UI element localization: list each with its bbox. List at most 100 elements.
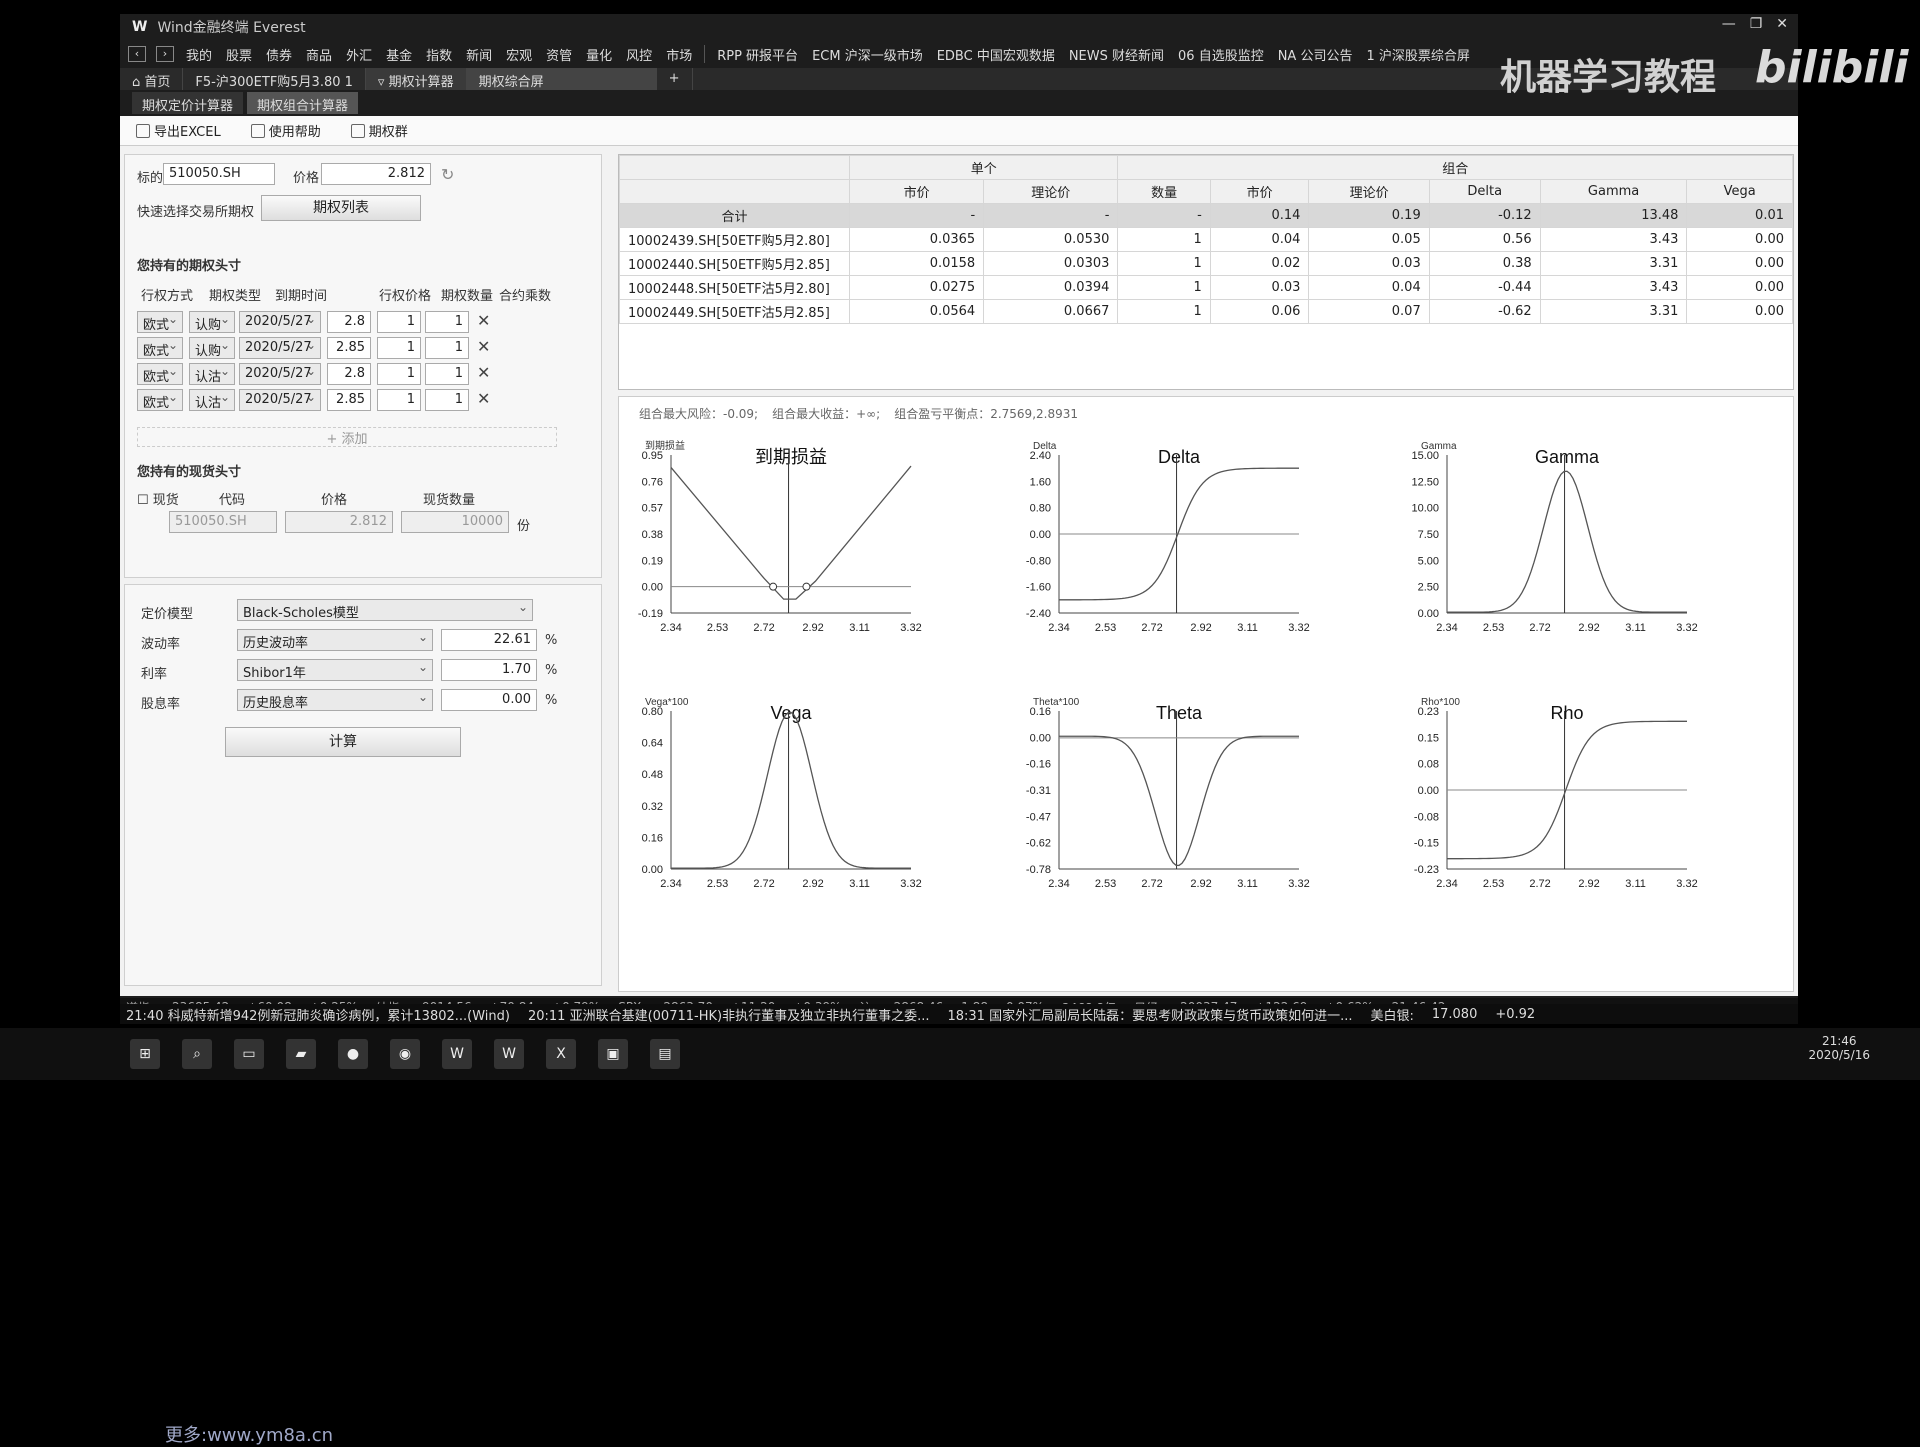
exercise-style-select[interactable]: 欧式 — [137, 363, 183, 385]
news-item[interactable]: 17.080 — [1432, 1007, 1478, 1022]
table-row[interactable]: 10002448.SH[50ETF沽5月2.80] 0.0275 0.0394 1 0.… — [619, 275, 1793, 300]
expiry-select[interactable]: 2020/5/27 — [239, 311, 321, 333]
terminal-icon[interactable]: ▣ — [598, 1039, 628, 1069]
quick-link[interactable]: RPP 研报平台 — [715, 45, 800, 64]
qty-input[interactable]: 1 — [377, 337, 421, 359]
option-type-select[interactable]: 认沽 — [189, 389, 235, 411]
option-group-button[interactable]: 期权群 — [350, 121, 408, 140]
quick-link[interactable]: EDBC 中国宏观数据 — [935, 45, 1057, 64]
wind-taskbar-icon[interactable]: W — [442, 1039, 472, 1069]
tab-option-screen[interactable]: 期权综合屏 — [466, 68, 657, 90]
spot-checkbox[interactable]: ☐ 现货 — [137, 489, 179, 508]
news-item[interactable]: +0.92 — [1495, 1007, 1535, 1022]
spot-price-input[interactable]: 2.812 — [285, 511, 393, 533]
exercise-style-select[interactable]: 欧式 — [137, 389, 183, 411]
rate-input[interactable]: 1.70 — [441, 659, 537, 681]
model-select[interactable]: Black-Scholes模型 — [237, 599, 533, 621]
minimize-icon[interactable]: — — [1722, 16, 1736, 32]
qty-input[interactable]: 1 — [377, 311, 421, 333]
tab-home[interactable]: ⌂ 首页 — [120, 68, 184, 90]
remove-row-icon[interactable]: ✕ — [477, 337, 490, 356]
multiplier-input[interactable]: 1 — [425, 337, 469, 359]
option-type-select[interactable]: 认购 — [189, 311, 235, 333]
menu-item[interactable]: 商品 — [304, 45, 334, 64]
search-icon[interactable]: ⌕ — [182, 1039, 212, 1069]
qty-input[interactable]: 1 — [377, 363, 421, 385]
menu-item[interactable]: 资管 — [544, 45, 574, 64]
column-header[interactable]: 市价 — [848, 179, 985, 204]
div-source-select[interactable]: 历史股息率 — [237, 689, 433, 711]
strike-input[interactable]: 2.8 — [327, 363, 371, 385]
column-header[interactable]: Gamma — [1539, 179, 1688, 204]
menu-item[interactable]: 我的 — [184, 45, 214, 64]
column-header[interactable] — [619, 179, 850, 204]
remove-row-icon[interactable]: ✕ — [477, 363, 490, 382]
menu-item[interactable]: 外汇 — [344, 45, 374, 64]
export-excel-button[interactable]: 导出EXCEL — [136, 121, 221, 140]
menu-item[interactable]: 市场 — [664, 45, 694, 64]
news-item[interactable]: 美白银: — [1370, 1005, 1413, 1024]
price-input[interactable]: 2.812 — [321, 163, 431, 185]
table-row[interactable]: 10002439.SH[50ETF购5月2.80] 0.0365 0.0530 1 0.… — [619, 227, 1793, 252]
help-button[interactable]: 使用帮助 — [250, 121, 321, 140]
multiplier-input[interactable]: 1 — [425, 311, 469, 333]
option-list-button[interactable]: 期权列表 — [261, 195, 421, 221]
column-header[interactable]: 理论价 — [1308, 179, 1430, 204]
excel-taskbar-icon[interactable]: X — [546, 1039, 576, 1069]
quick-link[interactable]: NA 公司公告 — [1276, 45, 1355, 64]
div-input[interactable]: 0.00 — [441, 689, 537, 711]
expiry-select[interactable]: 2020/5/27 — [239, 389, 321, 411]
expiry-select[interactable]: 2020/5/27 — [239, 337, 321, 359]
quick-link[interactable]: NEWS 财经新闻 — [1067, 45, 1166, 64]
vol-input[interactable]: 22.61 — [441, 629, 537, 651]
add-position-button[interactable]: + 添加 — [137, 427, 557, 447]
table-row[interactable]: 10002449.SH[50ETF沽5月2.85] 0.0564 0.0667 1 0.… — [619, 299, 1793, 324]
strike-input[interactable]: 2.85 — [327, 389, 371, 411]
rate-source-select[interactable]: Shibor1年 — [237, 659, 433, 681]
column-header[interactable]: 理论价 — [983, 179, 1119, 204]
underlying-input[interactable]: 510050.SH — [163, 163, 275, 185]
multiplier-input[interactable]: 1 — [425, 389, 469, 411]
calculate-button[interactable]: 计算 — [225, 727, 461, 757]
refresh-icon[interactable]: ↻ — [441, 165, 454, 184]
option-type-select[interactable]: 认沽 — [189, 363, 235, 385]
start-icon[interactable]: ⊞ — [130, 1039, 160, 1069]
column-header[interactable]: 市价 — [1209, 179, 1310, 204]
tab-f5[interactable]: F5-沪300ETF购5月3.80 1 — [183, 68, 366, 90]
multiplier-input[interactable]: 1 — [425, 363, 469, 385]
spot-code-input[interactable]: 510050.SH — [169, 511, 277, 533]
restore-icon[interactable]: ❐ — [1750, 16, 1763, 32]
quick-link[interactable]: 1 沪深股票综合屏 — [1364, 45, 1471, 64]
menu-item[interactable]: 新闻 — [464, 45, 494, 64]
close-icon[interactable]: ✕ — [1776, 16, 1788, 32]
app-icon[interactable]: ◉ — [390, 1039, 420, 1069]
table-row-total[interactable]: 合计 - - -0.14 0.19 -0.12 13.48 0.01 — [619, 203, 1793, 228]
remove-row-icon[interactable]: ✕ — [477, 389, 490, 408]
exercise-style-select[interactable]: 欧式 — [137, 311, 183, 333]
folder-icon[interactable]: ▰ — [286, 1039, 316, 1069]
new-tab-icon[interactable]: + — [657, 68, 693, 90]
menu-item[interactable]: 基金 — [384, 45, 414, 64]
quick-link[interactable]: ECM 沪深一级市场 — [810, 45, 925, 64]
tab-option-calculator[interactable]: ▿ 期权计算器 — [365, 68, 467, 90]
column-header[interactable]: Delta — [1428, 179, 1541, 204]
menu-item[interactable]: 风控 — [624, 45, 654, 64]
subtab-portfolio[interactable]: 期权组合计算器 — [247, 92, 359, 114]
subtab-pricing[interactable]: 期权定价计算器 — [132, 92, 244, 114]
forward-icon[interactable]: › — [156, 46, 174, 62]
expiry-select[interactable]: 2020/5/27 — [239, 363, 321, 385]
table-row[interactable]: 10002440.SH[50ETF购5月2.85] 0.0158 0.0303 1 0.… — [619, 251, 1793, 276]
column-header[interactable]: 数量 — [1117, 179, 1211, 204]
exercise-style-select[interactable]: 欧式 — [137, 337, 183, 359]
menu-item[interactable]: 指数 — [424, 45, 454, 64]
qty-input[interactable]: 1 — [377, 389, 421, 411]
quick-link[interactable]: 06 自选股监控 — [1176, 45, 1266, 64]
tool-icon[interactable]: ▤ — [650, 1039, 680, 1069]
news-item[interactable]: 18:31 国家外汇局副局长陆磊：要思考财政政策与货币政策如何进一... — [947, 1005, 1352, 1024]
column-header[interactable]: Vega — [1686, 179, 1793, 204]
remove-row-icon[interactable]: ✕ — [477, 311, 490, 330]
word-icon[interactable]: W — [494, 1039, 524, 1069]
back-icon[interactable]: ‹ — [128, 46, 146, 62]
menu-item[interactable]: 宏观 — [504, 45, 534, 64]
spot-qty-input[interactable]: 10000 — [401, 511, 509, 533]
